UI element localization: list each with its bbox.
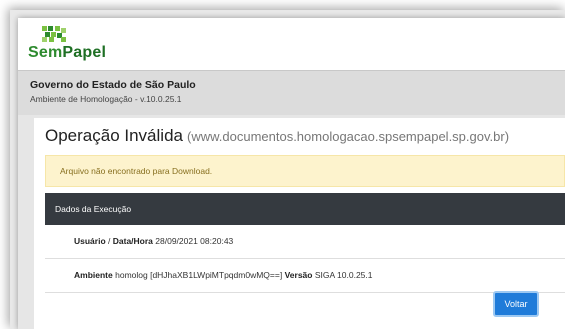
- panel-header: Dados da Execução: [45, 193, 565, 225]
- execution-row-environment: Ambiente homolog [dHJhaXB1LWpiMTpqdm0wMQ…: [45, 259, 565, 293]
- page-title: Operação Inválida (www.documentos.homolog…: [45, 126, 509, 146]
- page-title-text: Operação Inválida: [45, 126, 183, 145]
- green-mosaic-logo-icon: [42, 26, 66, 42]
- logo-text-papel: Papel: [62, 44, 107, 61]
- government-bar: Governo do Estado de São Paulo Ambiente …: [18, 70, 565, 115]
- datahora-value: 28/09/2021 08:20:43: [155, 236, 234, 246]
- ambiente-label: Ambiente: [74, 270, 113, 280]
- environment-version: Ambiente de Homologação - v.10.0.25.1: [30, 94, 182, 104]
- panel-title: Dados da Execução: [55, 204, 132, 214]
- versao-value: SIGA 10.0.25.1: [314, 270, 373, 280]
- browser-window: SemPapel Governo do Estado de São Paulo …: [18, 18, 565, 329]
- logo-wordmark: SemPapel: [28, 43, 106, 63]
- content-card: Operação Inválida (www.documentos.homolog…: [34, 118, 565, 329]
- alert-message: Arquivo não encontrado para Download.: [60, 166, 213, 176]
- top-bar: SemPapel: [18, 18, 565, 70]
- sempapel-logo[interactable]: SemPapel: [28, 24, 118, 66]
- separator: /: [105, 236, 113, 246]
- back-button[interactable]: Voltar: [493, 291, 539, 317]
- logo-text-sem: Sem: [28, 44, 63, 61]
- user-datetime-line: Usuário / Data/Hora 28/09/2021 08:20:43: [74, 236, 233, 246]
- datahora-label: Data/Hora: [112, 236, 153, 246]
- page-title-url: (www.documentos.homologacao.spsempapel.s…: [186, 129, 510, 144]
- ambiente-value: homolog [dHJhaXB1LWpiMTpqdm0wMQ==]: [115, 270, 283, 280]
- government-title: Governo do Estado de São Paulo: [30, 79, 196, 91]
- versao-label: Versão: [284, 270, 313, 280]
- execution-row-user: Usuário / Data/Hora 28/09/2021 08:20:43: [45, 225, 565, 259]
- usuario-label: Usuário: [74, 236, 106, 246]
- warning-alert: Arquivo não encontrado para Download.: [45, 155, 565, 187]
- environment-version-line: Ambiente homolog [dHJhaXB1LWpiMTpqdm0wMQ…: [74, 270, 373, 280]
